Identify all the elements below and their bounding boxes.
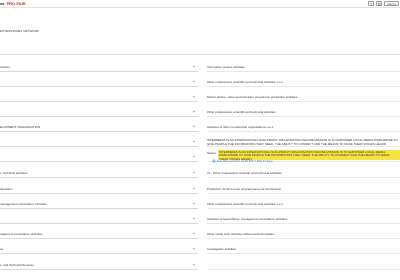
activity-row-3[interactable]: ⌄ bbox=[0, 92, 198, 102]
activity-value-row-14 bbox=[207, 260, 400, 270]
activity-value-label: Production de films et de programmes pou… bbox=[207, 187, 282, 191]
chevron-down-icon[interactable]: ⌄ bbox=[192, 170, 196, 175]
activity-row-7[interactable]: ⌄ bbox=[0, 152, 198, 162]
activity-value-label: Other professional, scientific and techn… bbox=[207, 202, 284, 206]
activity-row-8[interactable]: c, technical activities ⌄ bbox=[0, 168, 198, 178]
activity-row-11[interactable]: ⌄ bbox=[0, 214, 198, 224]
chevron-down-icon[interactable]: ⌄ bbox=[192, 64, 196, 69]
activity-value-label: Activities of other membership organisat… bbox=[207, 125, 275, 129]
nature-label: Nature bbox=[207, 151, 217, 155]
activity-value-label: Other professional, scientific and techn… bbox=[207, 110, 276, 114]
activity-value-row-4: Other professional, scientific and techn… bbox=[207, 107, 400, 117]
top-bar: ex PRO-FAIR ✎ ⛓ Add to bbox=[0, 0, 400, 8]
activity-row-label: ctivities bbox=[0, 65, 10, 69]
chevron-down-icon[interactable]: ⌄ bbox=[192, 262, 196, 267]
activity-value-label: Motion picture, video and television pro… bbox=[207, 95, 298, 99]
activity-value-label: 74 - Other professional, scientific and … bbox=[207, 171, 282, 175]
page-subtitle: ENTERPRISES NETWORK bbox=[0, 29, 40, 33]
activity-value-row-10: Other professional, scientific and techn… bbox=[207, 199, 400, 209]
activity-row-label: ELOPMENT ORGANISATION bbox=[0, 125, 41, 129]
brand-logo[interactable]: ex PRO-FAIR bbox=[0, 0, 26, 7]
chevron-down-icon[interactable]: ⌄ bbox=[192, 246, 196, 251]
chevron-down-icon[interactable]: ⌄ bbox=[192, 124, 196, 129]
chevron-down-icon[interactable]: ⌄ bbox=[192, 79, 196, 84]
chevron-down-icon[interactable]: ⌄ bbox=[192, 109, 196, 114]
activity-row-14[interactable]: s, and Technical Services ⌄ bbox=[0, 260, 198, 270]
chevron-down-icon[interactable]: ⌄ bbox=[192, 139, 196, 144]
activity-value-label: Activities of head offices; management c… bbox=[207, 217, 288, 221]
chevron-down-icon[interactable]: ⌄ bbox=[192, 154, 196, 159]
globe-icon: 🌐 bbox=[212, 159, 216, 163]
brand-text-part1: ex bbox=[0, 1, 5, 6]
link-icon[interactable]: ⛓ bbox=[376, 1, 383, 6]
chevron-down-icon[interactable]: ⌄ bbox=[192, 216, 196, 221]
activity-value-label: Investigation activities bbox=[207, 247, 237, 251]
highlighted-description: INTERMEDIA IS AN INTERNATIONAL NON-PROFI… bbox=[218, 150, 400, 160]
activity-row-10[interactable]: management consultancy activities ⌄ bbox=[0, 199, 198, 209]
activity-value-label: Information service activities bbox=[207, 65, 245, 69]
activity-row-label: es bbox=[0, 247, 4, 251]
brand-text-part2: PRO-FAIR bbox=[6, 1, 26, 6]
activity-row-13[interactable]: es ⌄ bbox=[0, 244, 198, 254]
activity-row-5[interactable]: ELOPMENT ORGANISATION ⌄ bbox=[0, 122, 198, 132]
activity-row-label: s, and Technical Services bbox=[0, 263, 34, 267]
activity-row-4[interactable]: ⌄ bbox=[0, 107, 198, 117]
nature-description: INTERMEDIA IS AN INTERNATIONAL NON-PROFI… bbox=[207, 138, 398, 146]
activity-value-row-12: Other social work activities without acc… bbox=[207, 229, 400, 239]
activity-value-row-8: 74 - Other professional, scientific and … bbox=[207, 168, 400, 178]
section-divider bbox=[0, 54, 400, 55]
activity-value-label: Other social work activities without acc… bbox=[207, 232, 275, 236]
activity-value-label: Other professional, scientific and techn… bbox=[207, 80, 284, 84]
activity-row-6[interactable]: ⌄ bbox=[0, 137, 198, 147]
activity-row-label: management consultancy activities bbox=[0, 202, 47, 206]
activity-row-label: c, technical activities bbox=[0, 171, 28, 175]
activity-row-1[interactable]: ctivities ⌄ bbox=[0, 62, 198, 72]
activity-value-row-13: Investigation activities bbox=[207, 244, 400, 254]
activity-value-row-9: Production de films et de programmes pou… bbox=[207, 184, 400, 194]
activity-value-row-5: Activities of other membership organisat… bbox=[207, 122, 400, 132]
activity-row-label: television bbox=[0, 187, 13, 191]
activity-row-2[interactable]: ⌄ bbox=[0, 77, 198, 87]
activity-row-label: nagement consultancy activities bbox=[0, 232, 43, 236]
chevron-down-icon[interactable]: ⌄ bbox=[192, 94, 196, 99]
edit-icon[interactable]: ✎ bbox=[368, 1, 375, 6]
activity-value-row-1: Information service activities bbox=[207, 62, 400, 72]
top-actions: ✎ ⛓ Add to bbox=[368, 1, 399, 6]
activity-value-row-3: Motion picture, video and television pro… bbox=[207, 92, 400, 102]
activity-value-row-11: Activities of head offices; management c… bbox=[207, 214, 400, 224]
activity-row-9[interactable]: television ⌄ bbox=[0, 184, 198, 194]
chevron-down-icon[interactable]: ⌄ bbox=[192, 231, 196, 236]
add-to-button[interactable]: Add to bbox=[384, 1, 399, 6]
chevron-down-icon[interactable]: ⌄ bbox=[192, 186, 196, 191]
activity-row-12[interactable]: nagement consultancy activities ⌄ bbox=[0, 229, 198, 239]
activity-value-row-2: Other professional, scientific and techn… bbox=[207, 77, 400, 87]
chevron-down-icon[interactable]: ⌄ bbox=[192, 201, 196, 206]
